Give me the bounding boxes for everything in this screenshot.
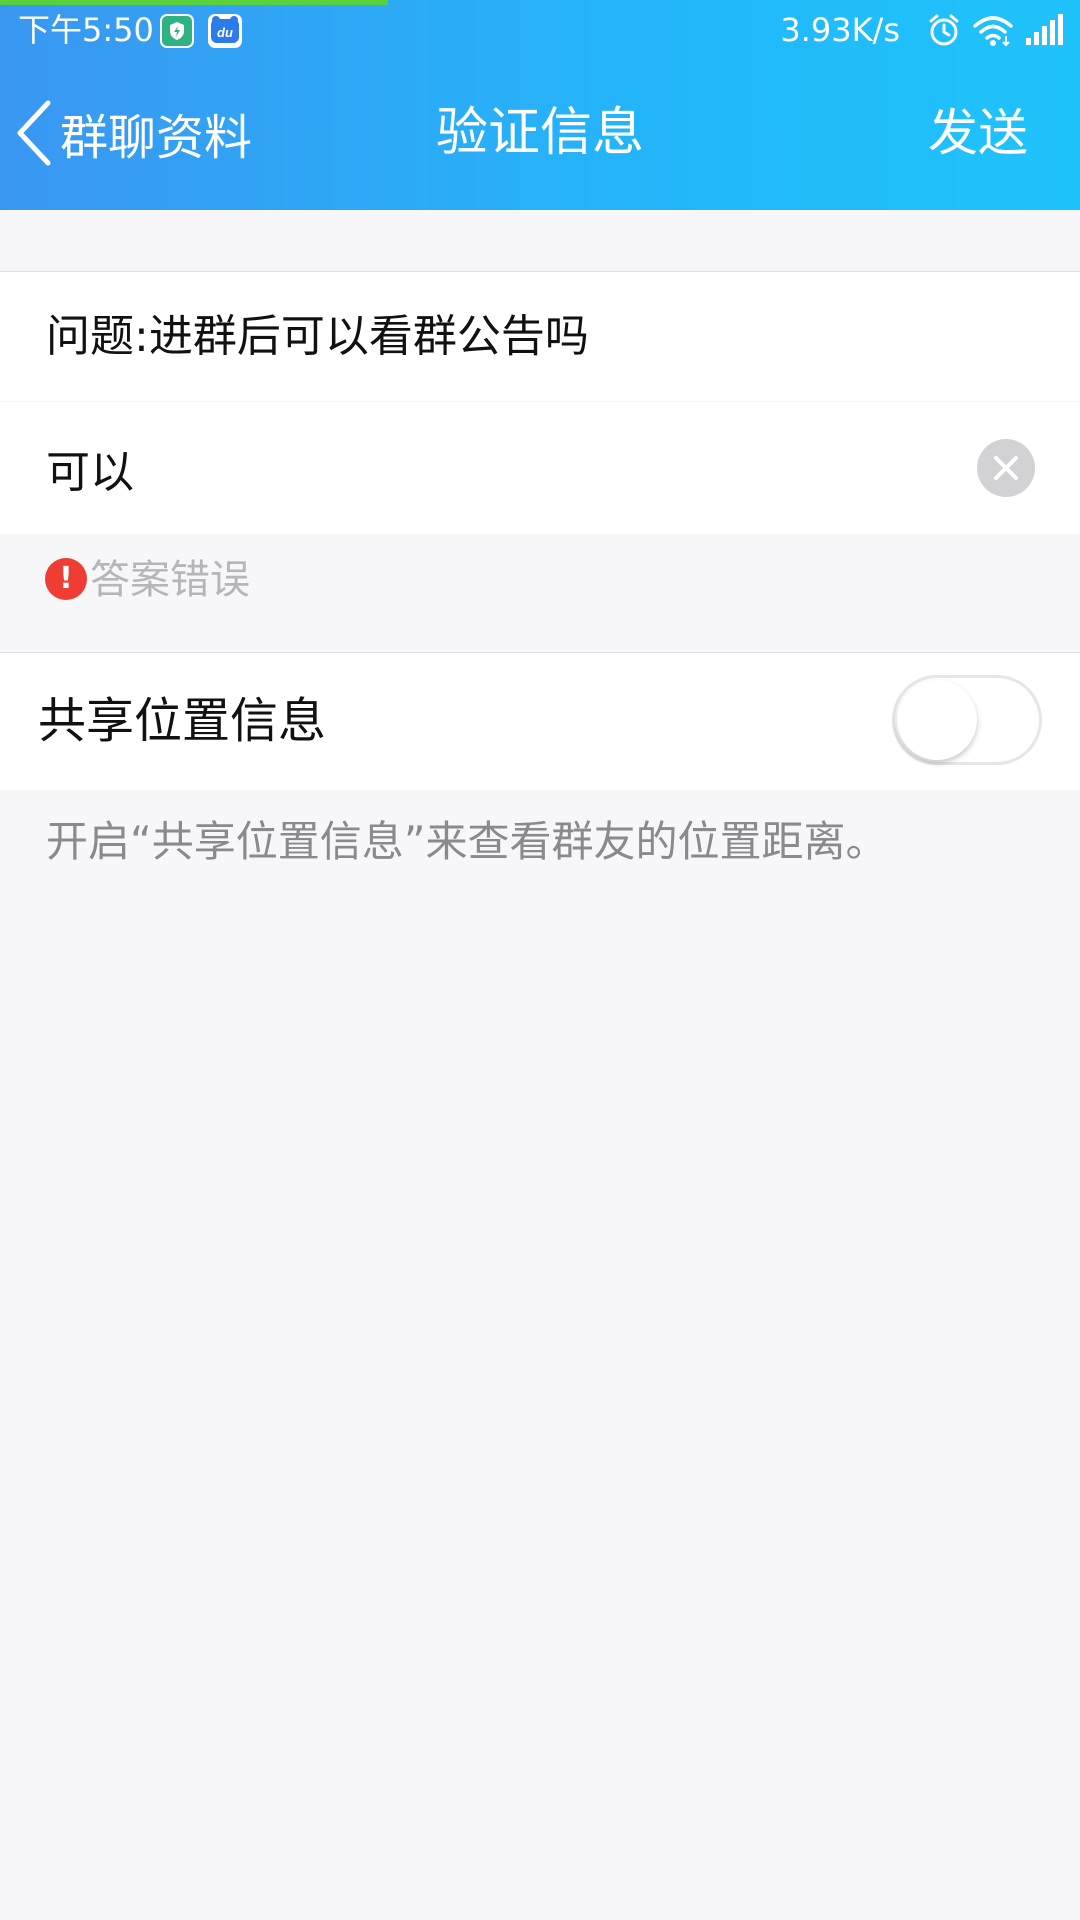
network-speed: 3.93K/s xyxy=(780,11,900,49)
status-bar: 下午5:50 du 3.93K/s xyxy=(0,0,1080,60)
error-message: 答案错误 xyxy=(90,557,250,603)
svg-text:du: du xyxy=(217,25,233,40)
share-location-hint: 开启“共享位置信息”来查看群友的位置距离。 xyxy=(46,817,888,866)
wifi-icon xyxy=(972,12,1014,52)
error-icon: ! xyxy=(45,558,87,600)
signal-icon xyxy=(1024,12,1064,52)
clear-answer-button[interactable] xyxy=(977,439,1035,497)
question-row: 问题:进群后可以看群公告吗 xyxy=(0,271,1080,401)
back-button[interactable]: 群聊资料 xyxy=(12,98,252,168)
app-header: 下午5:50 du 3.93K/s 群聊资料 验证信息 发送 xyxy=(0,0,1080,210)
send-button[interactable]: 发送 xyxy=(928,98,1028,168)
clear-icon xyxy=(994,456,1018,480)
shield-app-icon xyxy=(160,14,194,48)
share-location-toggle[interactable] xyxy=(892,675,1042,765)
toggle-knob xyxy=(897,680,977,760)
answer-row[interactable] xyxy=(0,402,1080,534)
share-location-label: 共享位置信息 xyxy=(38,693,327,749)
alarm-icon xyxy=(926,12,962,52)
answer-input[interactable] xyxy=(46,438,946,498)
back-label: 群聊资料 xyxy=(60,110,253,166)
verification-question: 问题:进群后可以看群公告吗 xyxy=(46,311,589,362)
share-location-row: 共享位置信息 xyxy=(0,652,1080,790)
back-chevron-icon xyxy=(17,100,51,166)
navigation-bar: 群聊资料 验证信息 发送 xyxy=(0,60,1080,210)
du-app-icon: du xyxy=(208,14,242,48)
status-time: 下午5:50 xyxy=(18,11,154,49)
